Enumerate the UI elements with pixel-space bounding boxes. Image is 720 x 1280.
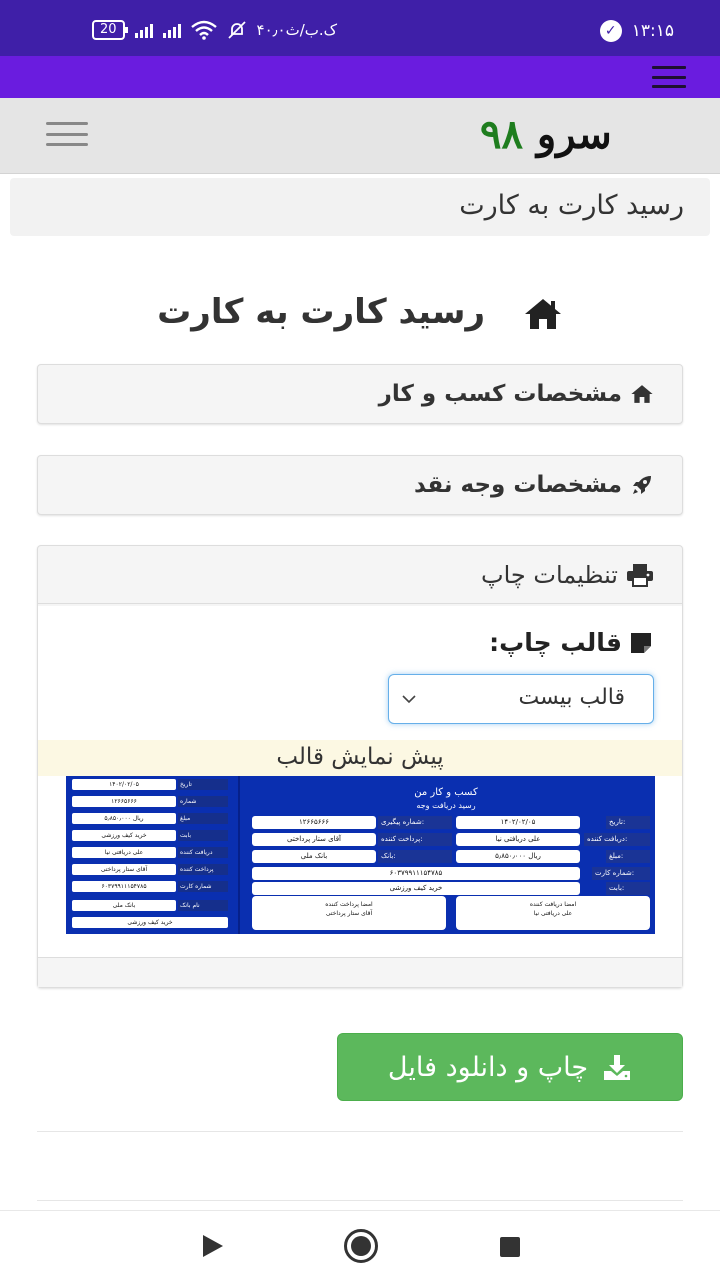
sticky-note-icon xyxy=(631,632,651,653)
receipt-for: خرید کیف ورزشی xyxy=(252,882,580,895)
receipt-preview: ۱۴۰۲/۰۲/۰۵ تاریخ ۱۲۶۶۵۶۶۶ شماره ۵٫۸۵۰٫۰۰۰ … xyxy=(66,776,655,934)
logo-number: ۹۸ xyxy=(480,111,523,158)
receipt-amount: ۵٫۸۵۰٫۰۰۰ ریال xyxy=(456,850,580,863)
download-icon xyxy=(604,1055,631,1080)
template-select[interactable]: قالب بیست xyxy=(388,674,654,724)
page-title: رسید کارت به کارت xyxy=(0,292,720,332)
printer-icon xyxy=(626,563,654,587)
nav-back-icon[interactable] xyxy=(203,1235,223,1257)
status-right: ✓ ۱۳:۱۵ xyxy=(599,20,674,42)
receipt-card-label: شماره کارت: xyxy=(592,867,650,880)
signal-icon-2 xyxy=(162,22,181,38)
site-logo[interactable]: سرو ۹۸ xyxy=(480,112,612,158)
chevron-down-icon xyxy=(402,695,416,704)
receipt-for-label: بابت: xyxy=(606,882,650,895)
status-left-icons: 20 ۴۰٫۰ک.ب/ث xyxy=(92,20,337,40)
business-panel[interactable]: مشخصات کسب و کار xyxy=(37,364,683,424)
app-bar xyxy=(0,56,720,98)
nav-recents-icon[interactable] xyxy=(500,1237,520,1257)
receipt-business-name: کسب و کار من xyxy=(414,787,478,798)
signal-icon xyxy=(134,22,153,38)
home-icon xyxy=(630,384,654,404)
receipt-card: ۶۰۳۷۹۹۱۱۱۵۴۷۸۵ xyxy=(252,867,580,880)
receipt-date-label: تاریخ: xyxy=(606,816,650,829)
business-panel-title: مشخصات کسب و کار xyxy=(378,381,622,407)
nav-home-icon[interactable] xyxy=(344,1229,378,1263)
logo-word: سرو xyxy=(536,111,612,158)
receipt-payer-label: پرداخت کننده: xyxy=(378,833,452,846)
receipt-bank: بانک ملی xyxy=(252,850,376,863)
print-settings-footer xyxy=(38,957,682,987)
template-label: قالب چاپ: xyxy=(489,628,652,657)
receipt-subtitle: رسید دریافت وجه xyxy=(416,801,476,810)
divider xyxy=(37,1200,683,1201)
template-select-value: قالب بیست xyxy=(518,685,625,710)
site-menu-icon[interactable] xyxy=(46,122,88,146)
breadcrumb: رسید کارت به کارت xyxy=(10,178,710,236)
home-icon xyxy=(524,298,561,329)
receipt-receiver: علی دریافتی نیا xyxy=(456,833,580,846)
system-nav-bar xyxy=(0,1210,720,1280)
status-bar: 20 ۴۰٫۰ک.ب/ث ✓ ۱۳:۱۵ xyxy=(0,0,720,56)
print-download-button[interactable]: چاپ و دانلود فایل xyxy=(337,1033,683,1101)
payer-signature-box: امضا پرداخت کننده آقای ستار پرداختی xyxy=(252,896,446,930)
page-title-text: رسید کارت به کارت xyxy=(157,292,486,332)
receipt-amount-label: مبلغ: xyxy=(606,850,650,863)
receipt-payer: آقای ستار پرداختی xyxy=(252,833,376,846)
wifi-icon xyxy=(190,20,217,40)
cash-panel-title: مشخصات وجه نقد xyxy=(414,472,622,498)
print-settings-body: قالب چاپ: قالب بیست پیش نمایش قالب ۱۴۰۲/… xyxy=(38,606,682,958)
check-badge-icon: ✓ xyxy=(599,20,622,42)
site-header: سرو ۹۸ xyxy=(0,98,720,174)
network-speed: ۴۰٫۰ک.ب/ث xyxy=(256,21,338,39)
cash-panel-header[interactable]: مشخصات وجه نقد xyxy=(38,456,682,514)
cash-panel[interactable]: مشخصات وجه نقد xyxy=(37,455,683,515)
receiver-signature-box: امضا دریافت کننده علی دریافتی نیا xyxy=(456,896,650,930)
template-label-text: قالب چاپ: xyxy=(489,628,622,657)
battery-icon: 20 xyxy=(92,20,128,40)
notifications-off-icon xyxy=(227,21,246,39)
business-panel-header[interactable]: مشخصات کسب و کار xyxy=(38,365,682,423)
status-time: ۱۳:۱۵ xyxy=(631,21,674,41)
receipt-stub: ۱۴۰۲/۰۲/۰۵ تاریخ ۱۲۶۶۵۶۶۶ شماره ۵٫۸۵۰٫۰۰۰ … xyxy=(66,776,240,934)
print-settings-title: تنظیمات چاپ xyxy=(480,560,618,589)
receipt-tracking-label: شماره پیگیری: xyxy=(378,816,452,829)
receipt-date: ۱۴۰۲/۰۲/۰۵ xyxy=(456,816,580,829)
receipt-receiver-label: دریافت کننده: xyxy=(584,833,650,846)
print-download-label: چاپ و دانلود فایل xyxy=(387,1051,589,1083)
print-settings-panel: تنظیمات چاپ قالب چاپ: قالب بیست پیش نمای… xyxy=(37,545,683,988)
template-preview-label: پیش نمایش قالب xyxy=(38,740,682,776)
rocket-icon xyxy=(630,473,654,497)
app-menu-icon[interactable] xyxy=(652,66,686,88)
print-settings-header[interactable]: تنظیمات چاپ xyxy=(38,546,682,604)
receipt-tracking: ۱۲۶۶۵۶۶۶ xyxy=(252,816,376,829)
receipt-bank-label: بانک: xyxy=(378,850,452,863)
divider xyxy=(37,1131,683,1132)
